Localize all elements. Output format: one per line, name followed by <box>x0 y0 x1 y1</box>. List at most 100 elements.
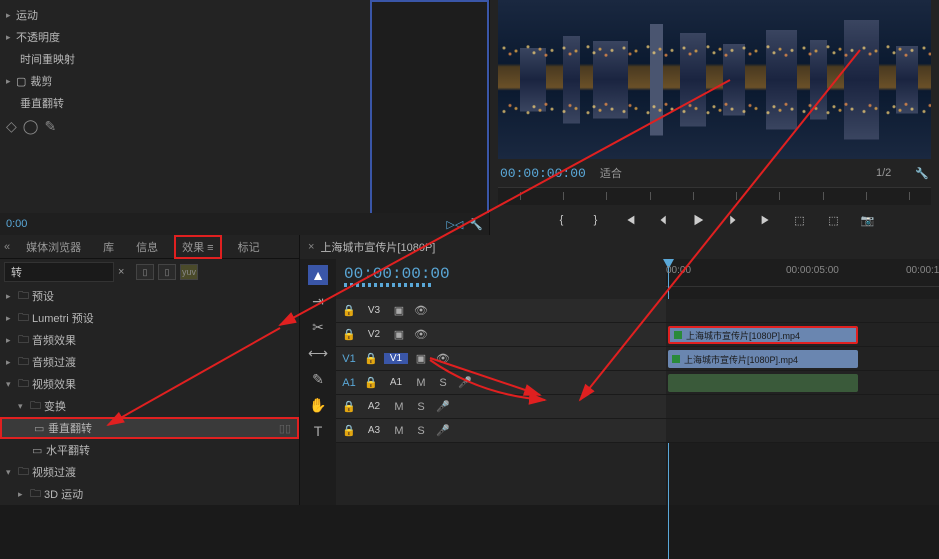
play-icon[interactable] <box>690 212 706 228</box>
track-header-v1[interactable]: V1 🔒 V1 ▣ 👁 <box>336 347 666 371</box>
eye-icon[interactable]: 👁 <box>434 351 452 367</box>
clip-v2[interactable]: 上海城市宣传片[1080P].mp4 <box>668 326 858 344</box>
fx-item-horizontal-flip[interactable]: ▭水平翻转 <box>0 439 299 461</box>
pen-icon[interactable]: ✎ <box>44 118 56 135</box>
hand-tool-icon[interactable]: ✋ <box>308 395 328 415</box>
monitor-scrubber[interactable] <box>498 187 931 205</box>
ec-item-vflip[interactable]: 垂直翻转 <box>0 92 370 114</box>
ec-label: 运动 <box>16 7 38 23</box>
chevron-icon: × <box>308 241 314 253</box>
mask-icon[interactable]: ◯ <box>23 118 39 135</box>
ripple-tool-icon[interactable]: ✂ <box>308 317 328 337</box>
ec-item-crop[interactable]: ▸ ▢ 裁剪 <box>0 70 370 92</box>
keyframe-icon[interactable]: ◇ <box>6 118 17 135</box>
step-forward-icon[interactable] <box>724 212 740 228</box>
lock-icon[interactable]: 🔒 <box>362 351 380 367</box>
chevron-left-icon[interactable]: « <box>4 241 10 253</box>
toggle-output-icon[interactable]: ▣ <box>412 351 430 367</box>
go-to-in-icon[interactable] <box>622 212 638 228</box>
track-v1[interactable]: 上海城市宣传片[1080P].mp4 <box>666 347 939 371</box>
fx-folder-3d-motion[interactable]: ▸🗀3D 运动 <box>0 483 299 505</box>
mute-icon[interactable]: M <box>390 399 408 415</box>
effects-search-input[interactable] <box>4 262 114 282</box>
toggle-output-icon[interactable]: ▣ <box>390 327 408 343</box>
clear-search-icon[interactable]: × <box>118 266 132 278</box>
mute-icon[interactable]: M <box>390 423 408 439</box>
fx-folder-video-trans[interactable]: ▾🗀视频过渡 <box>0 461 299 483</box>
mark-in-icon[interactable]: { <box>554 212 570 228</box>
lock-icon[interactable]: 🔒 <box>340 423 358 439</box>
selection-tool-icon[interactable]: ▲ <box>308 265 328 285</box>
tab-library[interactable]: 库 <box>97 237 120 257</box>
lock-icon[interactable]: 🔒 <box>340 399 358 415</box>
wrench-icon[interactable]: 🔧 <box>915 167 929 180</box>
toggle-output-icon[interactable]: ▣ <box>390 303 408 319</box>
fx-folder-video-fx[interactable]: ▾🗀视频效果 <box>0 373 299 395</box>
fx-badge-1-icon[interactable]: ▯ <box>136 264 154 280</box>
fx-folder-presets[interactable]: ▸🗀预设 <box>0 285 299 307</box>
extract-icon[interactable]: ⬚ <box>826 212 842 228</box>
ec-timeline-area[interactable] <box>370 0 489 235</box>
track-a2[interactable] <box>666 395 939 419</box>
track-v2[interactable]: 上海城市宣传片[1080P].mp4 <box>666 323 939 347</box>
lock-icon[interactable]: 🔒 <box>362 375 380 391</box>
fx-badge-yuv-icon[interactable]: yuv <box>180 264 198 280</box>
tab-media-browser[interactable]: 媒体浏览器 <box>20 237 87 257</box>
track-header-v2[interactable]: 🔒 V2 ▣ 👁 <box>336 323 666 347</box>
fx-folder-lumetri[interactable]: ▸🗀Lumetri 预设 <box>0 307 299 329</box>
mute-icon[interactable]: M <box>412 375 430 391</box>
solo-icon[interactable]: S <box>434 375 452 391</box>
eye-icon[interactable]: 👁 <box>412 327 430 343</box>
track-select-tool-icon[interactable]: ⇥ <box>308 291 328 311</box>
step-back-icon[interactable] <box>656 212 672 228</box>
eye-icon[interactable]: 👁 <box>412 303 430 319</box>
track-header-v3[interactable]: 🔒 V3 ▣ 👁 <box>336 299 666 323</box>
track-header-a2[interactable]: 🔒 A2 M S 🎤 <box>336 395 666 419</box>
lock-icon[interactable]: 🔒 <box>340 327 358 343</box>
program-monitor: 00:00:00:00 适合 1/2 🔧 { } ⬚ ⬚ 📷 <box>490 0 939 235</box>
timeline-ruler[interactable]: 00:00 00:00:05:00 00:00:10:00 00:00:15:0… <box>666 259 939 287</box>
solo-icon[interactable]: S <box>412 423 430 439</box>
pen-tool-icon[interactable]: ✎ <box>308 369 328 389</box>
type-tool-icon[interactable]: T <box>308 421 328 441</box>
timeline-zoom-icon <box>344 283 434 287</box>
clip-a1[interactable] <box>668 374 858 392</box>
zoom-dropdown[interactable]: 1/2 <box>876 167 891 179</box>
fx-folder-audio-fx[interactable]: ▸🗀音频效果 <box>0 329 299 351</box>
mark-out-icon[interactable]: } <box>588 212 604 228</box>
track-a3[interactable] <box>666 419 939 443</box>
tab-effects[interactable]: 效果 ≡ <box>174 235 221 259</box>
source-patch-icon[interactable]: V1 <box>340 351 358 367</box>
fx-folder-transform[interactable]: ▾🗀变换 <box>0 395 299 417</box>
chevron-right-icon: ▸ <box>6 10 16 21</box>
voice-icon[interactable]: 🎤 <box>434 399 452 415</box>
video-preview[interactable] <box>498 0 931 159</box>
source-patch-icon[interactable]: A1 <box>340 375 358 391</box>
lift-icon[interactable]: ⬚ <box>792 212 808 228</box>
ec-item-opacity[interactable]: ▸ 不透明度 <box>0 26 370 48</box>
track-header-a3[interactable]: 🔒 A3 M S 🎤 <box>336 419 666 443</box>
wrench-icon[interactable]: 🔧 <box>469 218 483 231</box>
track-v3[interactable] <box>666 299 939 323</box>
razor-tool-icon[interactable]: ⟷ <box>308 343 328 363</box>
timeline-timecode[interactable]: 00:00:00:00 <box>344 265 658 283</box>
ec-item-motion[interactable]: ▸ 运动 <box>0 4 370 26</box>
go-to-out-icon[interactable] <box>758 212 774 228</box>
lock-icon[interactable]: 🔒 <box>340 303 358 319</box>
zoom-out-icon[interactable]: ▷◁ <box>446 218 463 231</box>
track-a1[interactable] <box>666 371 939 395</box>
ec-item-time-remap[interactable]: 时间重映射 <box>0 48 370 70</box>
fx-item-vertical-flip[interactable]: ▭垂直翻转▯▯ <box>0 417 299 439</box>
clip-v1[interactable]: 上海城市宣传片[1080P].mp4 <box>668 350 858 368</box>
tab-markers[interactable]: 标记 <box>232 237 266 257</box>
fx-badge-2-icon[interactable]: ▯ <box>158 264 176 280</box>
tab-info[interactable]: 信息 <box>130 237 164 257</box>
track-header-a1[interactable]: A1 🔒 A1 M S 🎤 <box>336 371 666 395</box>
voice-icon[interactable]: 🎤 <box>456 375 474 391</box>
export-frame-icon[interactable]: 📷 <box>860 212 876 228</box>
fit-dropdown[interactable]: 适合 <box>600 165 622 181</box>
voice-icon[interactable]: 🎤 <box>434 423 452 439</box>
solo-icon[interactable]: S <box>412 399 430 415</box>
fx-folder-audio-trans[interactable]: ▸🗀音频过渡 <box>0 351 299 373</box>
ec-timecode: 0:00 <box>6 218 27 230</box>
